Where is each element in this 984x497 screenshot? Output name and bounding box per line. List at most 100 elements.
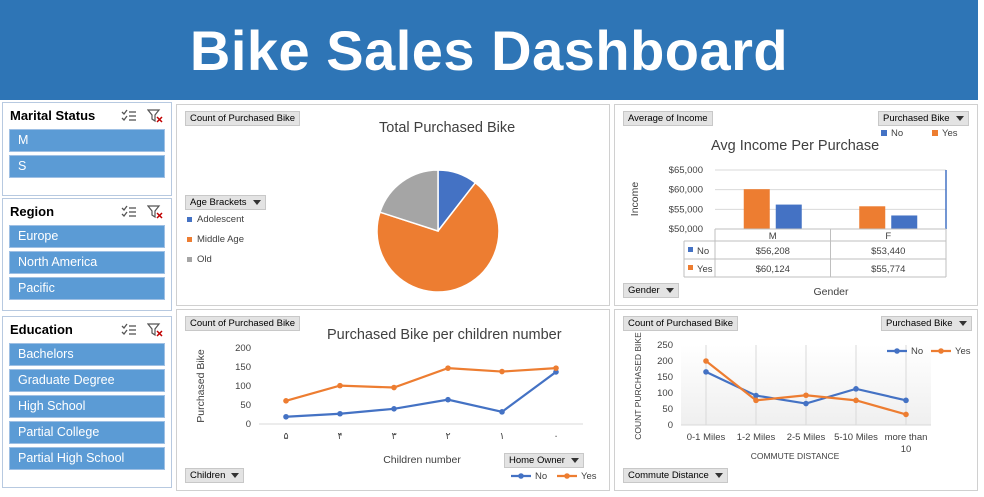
x-tick-label: 10 bbox=[901, 444, 912, 455]
legend-swatch bbox=[187, 236, 192, 242]
y-tick-label: $60,000 bbox=[669, 185, 703, 196]
table-cell-yes: $60,124 bbox=[756, 264, 790, 275]
clear-filter-icon[interactable] bbox=[147, 205, 163, 219]
multi-select-icon[interactable] bbox=[121, 323, 137, 337]
data-point-yes bbox=[903, 411, 909, 418]
multi-select-icon[interactable] bbox=[121, 205, 137, 219]
x-tick-label: 0-1 Miles bbox=[687, 432, 726, 443]
field-gender[interactable]: Gender bbox=[623, 283, 679, 298]
y-tick-label: $50,000 bbox=[669, 224, 703, 235]
slicer-item-m[interactable]: M bbox=[9, 129, 165, 152]
legend-label-no: No bbox=[911, 346, 923, 357]
series-line-yes bbox=[285, 367, 557, 402]
y-tick-label: 50 bbox=[662, 404, 673, 415]
slicer-item-high-school[interactable]: High School bbox=[9, 395, 165, 418]
x-tick-label: F bbox=[885, 231, 891, 242]
y-tick-label: 200 bbox=[235, 343, 251, 354]
x-tick-label: ۱ bbox=[499, 431, 504, 442]
legend-swatch-yes bbox=[932, 130, 938, 136]
table-swatch-no bbox=[688, 247, 693, 252]
dropdown-arrow-icon bbox=[714, 472, 723, 478]
y-tick-label: 250 bbox=[657, 340, 673, 351]
dashboard-title: Bike Sales Dashboard bbox=[189, 18, 789, 82]
slicer-item-bachelors[interactable]: Bachelors bbox=[9, 343, 165, 366]
dashboard-header: Bike Sales Dashboard bbox=[0, 0, 978, 100]
data-point-no bbox=[903, 397, 909, 404]
y-axis-title: Purchased Bike bbox=[195, 349, 207, 423]
slicer-item-europe[interactable]: Europe bbox=[9, 225, 165, 248]
clear-filter-icon[interactable] bbox=[147, 109, 163, 123]
legend-marker-no bbox=[518, 473, 524, 479]
x-tick-label: 2-5 Miles bbox=[787, 432, 826, 443]
bar-no-m bbox=[775, 204, 802, 229]
slicer-item-s[interactable]: S bbox=[9, 155, 165, 178]
dropdown-arrow-icon bbox=[231, 472, 240, 478]
data-point-yes bbox=[499, 368, 505, 375]
y-tick-label: $65,000 bbox=[669, 165, 703, 176]
x-tick-label: ۰ bbox=[553, 431, 558, 442]
pie-legend: Adolescent Middle Age Old bbox=[187, 214, 244, 274]
data-point-no bbox=[803, 400, 809, 407]
slicer-region: Region Europe North America Pacific bbox=[2, 198, 172, 311]
x-tick-label: 1-2 Miles bbox=[737, 432, 776, 443]
data-point-yes bbox=[553, 365, 559, 371]
table-row-label-yes: Yes bbox=[697, 264, 713, 275]
y-axis-title: Income bbox=[629, 182, 641, 217]
field-home-owner[interactable]: Home Owner bbox=[504, 453, 584, 468]
legend-label-no: No bbox=[535, 471, 547, 482]
field-count-purchased-bike[interactable]: Count of Purchased Bike bbox=[185, 111, 301, 126]
legend-swatch bbox=[187, 216, 192, 222]
data-point-no bbox=[703, 369, 709, 375]
data-point-yes bbox=[337, 382, 343, 389]
bar-yes-m bbox=[743, 189, 770, 229]
slicer-education: Education Bachelors Graduate Degree High… bbox=[2, 316, 172, 488]
y-tick-label: 150 bbox=[657, 372, 673, 383]
legend-item-middle-age: Middle Age bbox=[187, 234, 244, 254]
x-tick-label: ۲ bbox=[445, 431, 450, 442]
legend-label: Adolescent bbox=[197, 214, 245, 225]
field-label: Children bbox=[190, 470, 226, 481]
field-age-brackets[interactable]: Age Brackets bbox=[185, 195, 266, 210]
dropdown-arrow-icon bbox=[570, 457, 579, 463]
legend-label-yes: Yes bbox=[581, 471, 597, 482]
slicer-item-graduate-degree[interactable]: Graduate Degree bbox=[9, 369, 165, 392]
slicer-item-partial-high-school[interactable]: Partial High School bbox=[9, 447, 165, 470]
table-swatch-yes bbox=[688, 265, 693, 270]
slicer-title: Education bbox=[10, 322, 73, 337]
field-commute-distance[interactable]: Commute Distance bbox=[623, 468, 728, 483]
data-point-yes bbox=[753, 397, 759, 404]
data-point-no bbox=[283, 413, 289, 420]
field-label: Commute Distance bbox=[628, 470, 709, 481]
legend-label-yes: Yes bbox=[942, 128, 958, 139]
data-point-no bbox=[853, 386, 859, 392]
legend-label-no: No bbox=[891, 128, 903, 139]
legend-marker-yes bbox=[564, 473, 570, 479]
y-tick-label: 100 bbox=[657, 388, 673, 399]
data-point-yes bbox=[803, 392, 809, 399]
data-point-no bbox=[499, 409, 505, 415]
slicer-item-pacific[interactable]: Pacific bbox=[9, 277, 165, 300]
x-axis-title: COMMUTE DISTANCE bbox=[751, 451, 840, 461]
field-label: Age Brackets bbox=[190, 197, 247, 208]
field-children[interactable]: Children bbox=[185, 468, 245, 483]
y-tick-label: 200 bbox=[657, 356, 673, 367]
table-row-label-no: No bbox=[697, 246, 709, 257]
data-point-no bbox=[337, 410, 343, 417]
y-tick-label: 0 bbox=[246, 419, 251, 430]
pie-chart-panel: Count of Purchased Bike Total Purchased … bbox=[176, 104, 610, 306]
pie-chart bbox=[376, 169, 500, 293]
data-point-no bbox=[445, 396, 451, 403]
legend-label-yes: Yes bbox=[955, 346, 971, 357]
multi-select-icon[interactable] bbox=[121, 109, 137, 123]
x-tick-label: ۵ bbox=[283, 431, 288, 442]
data-point-yes bbox=[283, 398, 289, 404]
clear-filter-icon[interactable] bbox=[147, 323, 163, 337]
data-point-yes bbox=[853, 397, 859, 404]
legend-item-old: Old bbox=[187, 254, 244, 274]
x-axis-title: Children number bbox=[383, 454, 461, 466]
slicer-item-north-america[interactable]: North America bbox=[9, 251, 165, 274]
slicer-item-partial-college[interactable]: Partial College bbox=[9, 421, 165, 444]
x-tick-label: ۴ bbox=[337, 431, 342, 442]
y-tick-label: 0 bbox=[668, 420, 673, 431]
legend-swatch bbox=[187, 256, 192, 262]
